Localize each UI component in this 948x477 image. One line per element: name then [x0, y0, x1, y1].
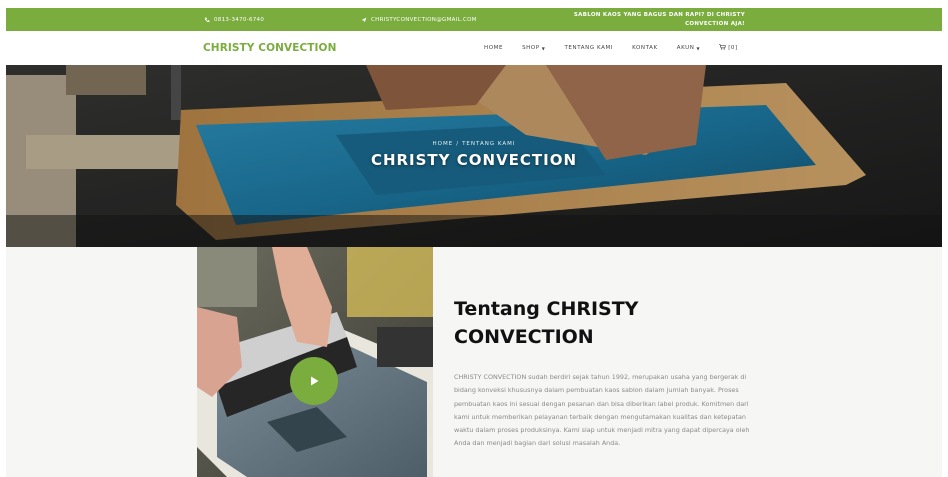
nav-home-label: HOME: [484, 45, 504, 51]
nav-tentang-kami[interactable]: TENTANG KAMI: [564, 45, 613, 51]
hero-title: CHRISTY CONVECTION: [370, 151, 578, 169]
chevron-down-icon: ▼: [541, 45, 546, 51]
main-navbar: CHRISTY CONVECTION HOME SHOP ▼ TENTANG K…: [6, 31, 942, 65]
nav-akun-label: AKUN: [676, 45, 695, 51]
breadcrumb-separator: /: [456, 141, 460, 147]
nav-kontak[interactable]: KONTAK: [632, 45, 658, 51]
cart-count: [0]: [728, 45, 738, 51]
phone-number: 0813-3470-6740: [214, 17, 265, 23]
nav-shop[interactable]: SHOP ▼: [522, 45, 545, 51]
about-video-thumbnail[interactable]: [197, 247, 433, 477]
brand-logo[interactable]: CHRISTY CONVECTION: [203, 42, 336, 54]
email-contact[interactable]: CHRISTYCONVECTION@GMAIL.COM: [361, 17, 477, 23]
send-icon: [361, 17, 367, 23]
nav-home[interactable]: HOME: [484, 45, 503, 51]
breadcrumb: HOME / TENTANG KAMI: [6, 141, 942, 147]
email-address: CHRISTYCONVECTION@GMAIL.COM: [371, 17, 477, 23]
hero-banner: HOME / TENTANG KAMI CHRISTY CONVECTION: [6, 65, 942, 247]
phone-contact[interactable]: 0813-3470-6740: [204, 17, 264, 23]
promo-tagline: SABLON KAOS YANG BAGUS DAN RAPI? DI CHRI…: [573, 12, 745, 27]
about-heading: Tentang CHRISTY CONVECTION: [454, 298, 639, 348]
nav-shop-label: SHOP: [522, 45, 540, 51]
top-info-bar: 0813-3470-6740 CHRISTYCONVECTION@GMAIL.C…: [6, 8, 942, 31]
play-icon: [311, 376, 319, 386]
breadcrumb-current: TENTANG KAMI: [462, 141, 516, 147]
main-menu: HOME SHOP ▼ TENTANG KAMI KONTAK AKUN ▼ […: [484, 44, 738, 52]
nav-kontak-label: KONTAK: [632, 45, 658, 51]
nav-tentang-kami-label: TENTANG KAMI: [564, 45, 614, 51]
about-description: CHRISTY CONVECTION sudah berdiri sejak t…: [454, 373, 750, 448]
about-content: Tentang CHRISTY CONVECTION CHRISTY CONVE…: [454, 295, 754, 451]
nav-akun[interactable]: AKUN ▼: [677, 45, 700, 51]
nav-cart[interactable]: [0]: [719, 44, 738, 52]
about-section: Tentang CHRISTY CONVECTION CHRISTY CONVE…: [6, 247, 942, 477]
cart-icon: [719, 44, 727, 52]
chevron-down-icon: ▼: [696, 45, 701, 51]
play-video-button[interactable]: [290, 357, 338, 405]
phone-icon: [204, 17, 210, 23]
breadcrumb-home[interactable]: HOME: [433, 141, 454, 147]
